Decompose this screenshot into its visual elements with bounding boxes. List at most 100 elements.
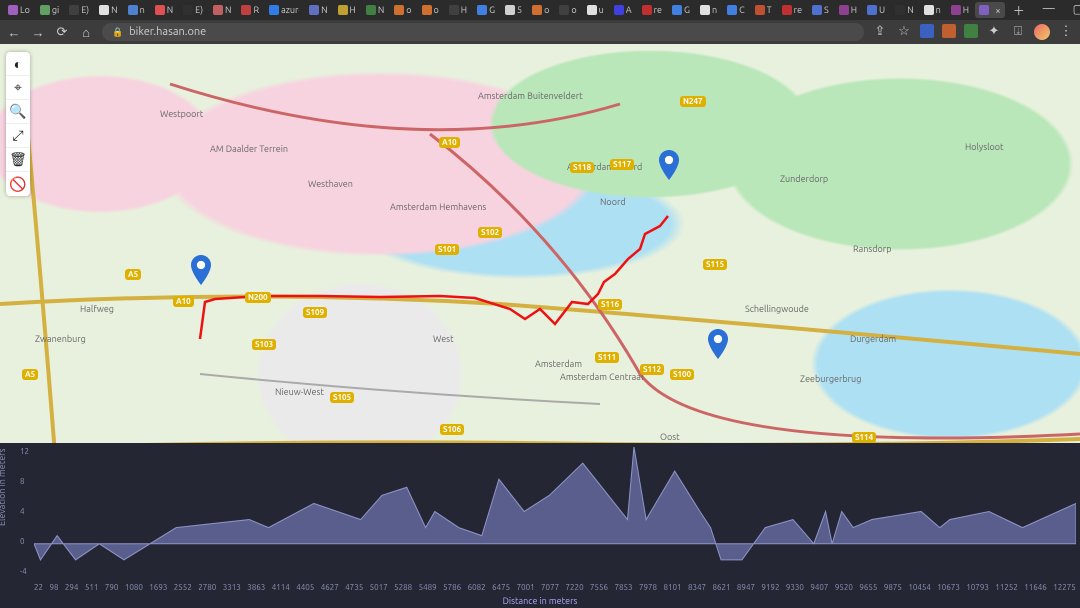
visibility-off-icon[interactable]: 🚫 bbox=[6, 172, 30, 196]
browser-tab[interactable]: n bbox=[696, 2, 721, 18]
browser-tab[interactable]: N bbox=[95, 2, 121, 18]
x-tick: 10454 bbox=[908, 583, 931, 592]
dark-mode-icon[interactable]: ◐ bbox=[6, 52, 30, 76]
browser-tab[interactable]: re bbox=[778, 2, 806, 18]
fullscreen-icon[interactable]: ⤢ bbox=[6, 124, 30, 148]
downloads-button[interactable]: ⍗ bbox=[1010, 24, 1026, 40]
browser-tab[interactable]: S bbox=[808, 2, 833, 18]
marker-start[interactable] bbox=[191, 255, 211, 285]
tab-favicon bbox=[40, 5, 50, 15]
new-tab-button[interactable]: ＋ bbox=[1007, 2, 1031, 19]
back-button[interactable]: ← bbox=[6, 25, 22, 40]
browser-tab[interactable]: H bbox=[947, 2, 973, 18]
browser-tab[interactable]: N bbox=[305, 2, 331, 18]
tab-favicon bbox=[727, 5, 737, 15]
browser-tab[interactable]: azure bbox=[265, 2, 303, 18]
tab-label: n bbox=[140, 5, 145, 15]
search-icon[interactable]: 🔍 bbox=[6, 100, 30, 124]
browser-tab[interactable]: A bbox=[610, 2, 636, 18]
marker-poi[interactable] bbox=[708, 329, 728, 359]
tab-favicon bbox=[559, 5, 569, 15]
tab-favicon bbox=[755, 5, 765, 15]
browser-tab[interactable]: n bbox=[124, 2, 149, 18]
home-button[interactable]: ⌂ bbox=[78, 25, 94, 40]
x-tick: 2780 bbox=[198, 583, 216, 592]
browser-tab[interactable]: u bbox=[583, 2, 608, 18]
forward-button[interactable]: → bbox=[30, 25, 46, 40]
close-tab-icon[interactable]: × bbox=[995, 5, 1001, 16]
browser-tab[interactable]: C bbox=[723, 2, 749, 18]
tab-favicon bbox=[477, 5, 487, 15]
browser-tab[interactable]: gi bbox=[36, 2, 63, 18]
browser-tab[interactable]: × bbox=[975, 2, 1005, 18]
x-tick: 790 bbox=[105, 583, 119, 592]
tab-label: H bbox=[350, 5, 356, 15]
x-tick: 6475 bbox=[492, 583, 510, 592]
menu-button[interactable]: ⋮ bbox=[1058, 24, 1074, 40]
locate-icon[interactable]: ⌖ bbox=[6, 76, 30, 100]
browser-tab[interactable]: Lo bbox=[4, 2, 34, 18]
bookmark-button[interactable]: ☆ bbox=[896, 24, 912, 40]
tab-label: o bbox=[434, 5, 439, 15]
browser-tab[interactable]: o bbox=[555, 2, 580, 18]
extension-3-icon[interactable] bbox=[964, 24, 978, 38]
browser-tab[interactable]: U bbox=[863, 2, 889, 18]
browser-tab[interactable]: E) bbox=[179, 2, 207, 18]
browser-tab[interactable]: G bbox=[668, 2, 694, 18]
tab-label: N bbox=[321, 5, 327, 15]
marker-end[interactable] bbox=[659, 150, 679, 180]
tab-label: re bbox=[654, 5, 662, 15]
extension-2-icon[interactable] bbox=[942, 24, 956, 38]
profile-avatar[interactable] bbox=[1034, 24, 1050, 40]
tab-favicon bbox=[951, 5, 961, 15]
x-tick: 12275 bbox=[1053, 583, 1076, 592]
browser-tab[interactable]: R bbox=[237, 2, 263, 18]
page-content: WestpoortWesthavenHalfwegNieuw-WestWestA… bbox=[0, 44, 1080, 608]
x-tick: 9192 bbox=[761, 583, 779, 592]
browser-tab[interactable]: N bbox=[362, 2, 388, 18]
browser-tab[interactable]: re bbox=[638, 2, 666, 18]
x-tick: 8947 bbox=[737, 583, 755, 592]
browser-tab[interactable]: o bbox=[418, 2, 443, 18]
browser-tab[interactable]: o bbox=[528, 2, 553, 18]
browser-tab[interactable]: N bbox=[891, 2, 917, 18]
tab-favicon bbox=[700, 5, 710, 15]
browser-tab[interactable]: o bbox=[390, 2, 415, 18]
x-tick: 8347 bbox=[688, 583, 706, 592]
url-input[interactable]: 🔒 biker.hasan.one bbox=[102, 23, 864, 41]
x-tick: 4405 bbox=[296, 583, 314, 592]
trash-icon[interactable]: 🗑 bbox=[6, 148, 30, 172]
tab-label: u bbox=[599, 5, 604, 15]
y-tick: -4 bbox=[20, 567, 29, 576]
x-tick: 7077 bbox=[541, 583, 559, 592]
reload-button[interactable]: ⟳ bbox=[54, 25, 70, 40]
browser-tab[interactable]: H bbox=[445, 2, 471, 18]
browser-tab[interactable]: n bbox=[920, 2, 945, 18]
chart-plot bbox=[34, 447, 1076, 576]
browser-tab[interactable]: H bbox=[334, 2, 360, 18]
tab-favicon bbox=[867, 5, 877, 15]
x-tick: 7001 bbox=[517, 583, 535, 592]
x-tick: 11646 bbox=[1024, 583, 1047, 592]
browser-tab[interactable]: N bbox=[151, 2, 177, 18]
extension-1-icon[interactable] bbox=[920, 24, 934, 38]
tab-favicon bbox=[241, 5, 251, 15]
tab-favicon bbox=[505, 5, 515, 15]
extensions-button[interactable]: ✦ bbox=[986, 24, 1002, 40]
browser-tab[interactable]: 5 bbox=[501, 2, 526, 18]
share-button[interactable]: ⇪ bbox=[872, 24, 888, 40]
browser-tab[interactable]: E) bbox=[65, 2, 93, 18]
browser-tab[interactable]: G bbox=[473, 2, 499, 18]
browser-tab[interactable]: T bbox=[751, 2, 776, 18]
map[interactable]: WestpoortWesthavenHalfwegNieuw-WestWestA… bbox=[0, 44, 1080, 443]
x-tick: 2552 bbox=[174, 583, 192, 592]
elevation-chart[interactable]: Elevation in meters 12840-4 229829451179… bbox=[0, 443, 1080, 608]
browser-tab[interactable]: H bbox=[835, 2, 861, 18]
maximize-button[interactable]: ▢ bbox=[1067, 2, 1080, 19]
minimize-button[interactable]: ― bbox=[1037, 2, 1061, 19]
x-tick: 1080 bbox=[125, 583, 143, 592]
browser-tab[interactable]: N bbox=[209, 2, 235, 18]
tab-label: N bbox=[225, 5, 231, 15]
tab-favicon bbox=[642, 5, 652, 15]
y-tick: 8 bbox=[20, 477, 29, 486]
